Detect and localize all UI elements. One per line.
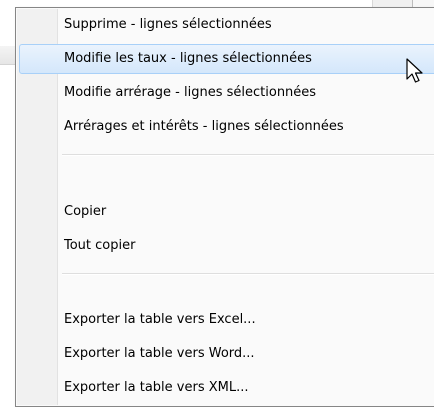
menu-item-modifie-arrerage[interactable]: Modifie arrérage - lignes sélectionnées <box>19 78 434 108</box>
menu-item-copier[interactable]: Copier <box>19 197 434 227</box>
menu-item-label: Exporter la table vers XML... <box>64 380 249 395</box>
menu-item-label: Supprime - lignes sélectionnées <box>64 17 272 32</box>
menu-separator <box>62 154 434 156</box>
menu-item-label: Copier <box>64 204 107 219</box>
menu-separator <box>62 273 434 275</box>
menu-item-label: Exporter la table vers Word... <box>64 346 255 361</box>
menu-item-modifie-taux[interactable]: Modifie les taux - lignes sélectionnées <box>19 44 434 74</box>
menu-item-arrerages-interets[interactable]: Arrérages et intérêts - lignes sélection… <box>19 112 434 142</box>
context-menu: Supprime - lignes sélectionnées Modifie … <box>15 7 434 407</box>
mouse-pointer-icon <box>406 58 423 83</box>
menu-item-supprime[interactable]: Supprime - lignes sélectionnées <box>19 10 434 40</box>
menu-item-export-word[interactable]: Exporter la table vers Word... <box>19 339 434 369</box>
menu-item-export-excel[interactable]: Exporter la table vers Excel... <box>19 305 434 335</box>
menu-item-tout-copier[interactable]: Tout copier <box>19 231 434 261</box>
menu-item-label: Arrérages et intérêts - lignes sélection… <box>64 119 344 134</box>
menu-item-label: Modifie arrérage - lignes sélectionnées <box>64 85 317 100</box>
menu-item-label: Modifie les taux - lignes sélectionnées <box>64 51 312 66</box>
menu-item-export-xml[interactable]: Exporter la table vers XML... <box>19 373 434 403</box>
menu-item-label: Tout copier <box>64 238 136 253</box>
menu-item-label: Exporter la table vers Excel... <box>64 312 256 327</box>
